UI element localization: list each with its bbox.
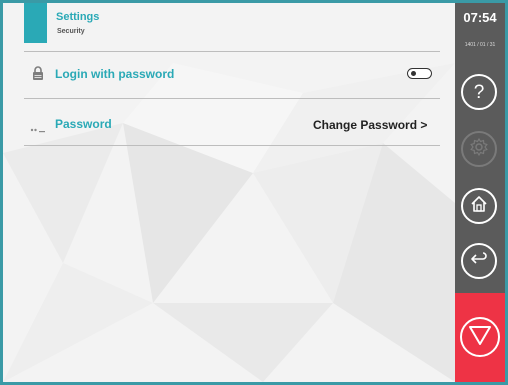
password-dots-icon — [30, 120, 46, 138]
divider — [24, 51, 440, 52]
main-panel: Settings Security Login with password Pa… — [3, 3, 455, 382]
divider — [24, 98, 440, 99]
back-button[interactable] — [461, 243, 497, 279]
login-password-toggle[interactable] — [407, 68, 432, 79]
page-subtitle: Security — [57, 28, 85, 35]
setting-label: Login with password — [55, 67, 175, 81]
settings-button[interactable] — [461, 131, 497, 167]
help-icon: ? — [473, 81, 485, 103]
lock-icon — [32, 66, 44, 85]
header-accent-bar — [24, 3, 47, 43]
stop-icon — [468, 324, 492, 351]
change-password-link[interactable]: Change Password > — [313, 118, 427, 132]
divider — [24, 145, 440, 146]
toggle-knob — [411, 71, 416, 76]
stop-button[interactable] — [460, 317, 500, 357]
home-button[interactable] — [461, 188, 497, 224]
setting-label: Password — [55, 117, 112, 131]
home-icon — [469, 194, 489, 219]
date: 1401 / 01 / 31 — [464, 42, 496, 48]
emergency-stop-area[interactable] — [455, 293, 505, 382]
sidebar: 07:54 1401 / 01 / 31 ? — [455, 3, 505, 382]
background-pattern — [3, 63, 455, 382]
page-title: Settings — [56, 11, 100, 23]
gear-icon — [469, 137, 489, 162]
back-icon — [469, 249, 489, 274]
help-button[interactable]: ? — [461, 74, 497, 110]
clock: 07:54 — [463, 10, 497, 25]
